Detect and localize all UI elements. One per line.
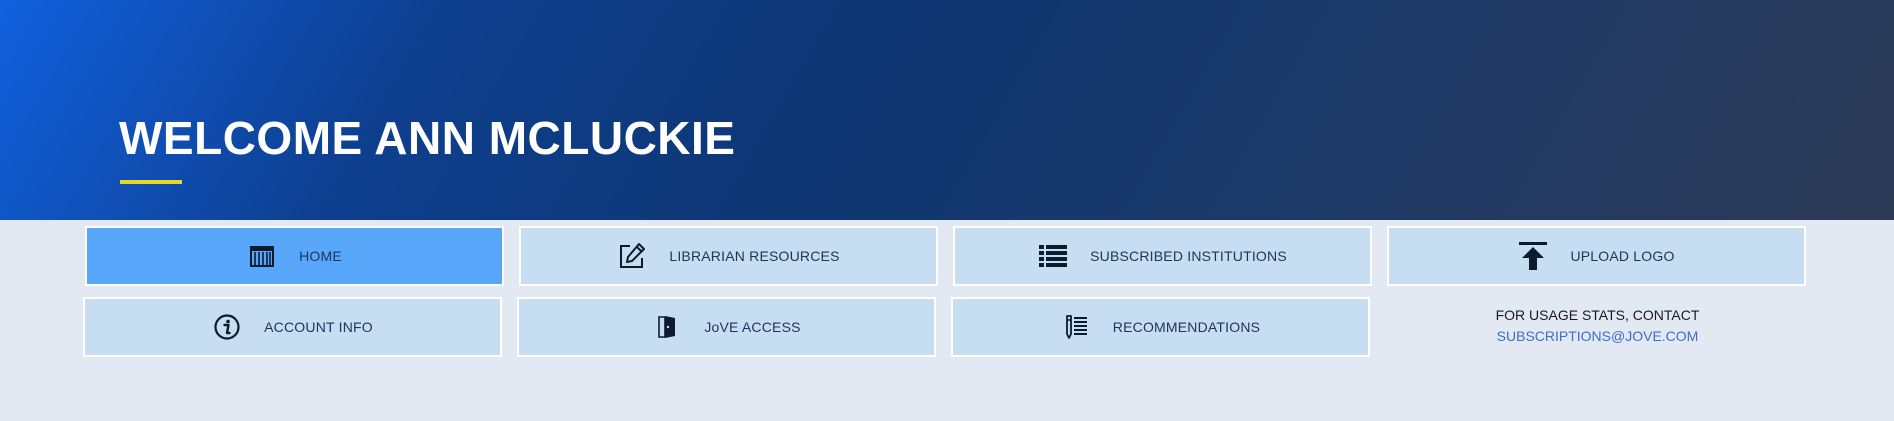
nav-button-home[interactable]: HOME (85, 226, 504, 286)
nav-button-librarian-resources[interactable]: LIBRARIAN RESOURCES (519, 226, 938, 286)
pencil-list-icon (1061, 312, 1091, 342)
nav-button-label: LIBRARIAN RESOURCES (669, 248, 840, 264)
contact-email-link[interactable]: SUBSCRIPTIONS@JOVE.COM (1385, 326, 1810, 347)
door-icon (652, 312, 682, 342)
nav-button-subscribed-institutions[interactable]: SUBSCRIBED INSTITUTIONS (953, 226, 1372, 286)
nav-button-label: SUBSCRIBED INSTITUTIONS (1090, 248, 1287, 264)
hero-banner: WELCOME ANN MCLUCKIE (0, 0, 1894, 220)
nav-button-label: UPLOAD LOGO (1570, 248, 1675, 264)
nav-button-jove-access[interactable]: JoVE ACCESS (517, 297, 936, 357)
title-underline (120, 180, 182, 184)
nav-button-account-info[interactable]: ACCOUNT INFO (83, 297, 502, 357)
usage-stats-contact: FOR USAGE STATS, CONTACT SUBSCRIPTIONS@J… (1385, 305, 1810, 347)
contact-text: FOR USAGE STATS, CONTACT (1495, 307, 1700, 323)
edit-icon (617, 241, 647, 271)
upload-icon (1518, 241, 1548, 271)
nav-button-label: ACCOUNT INFO (264, 319, 373, 335)
nav-button-label: RECOMMENDATIONS (1112, 319, 1261, 335)
nav-button-upload-logo[interactable]: UPLOAD LOGO (1387, 226, 1806, 286)
building-icon (247, 241, 277, 271)
info-icon (212, 312, 242, 342)
page-title: WELCOME ANN MCLUCKIE (119, 112, 736, 164)
nav-button-recommendations[interactable]: RECOMMENDATIONS (951, 297, 1370, 357)
list-icon (1038, 241, 1068, 271)
nav-button-label: JoVE ACCESS (704, 319, 801, 335)
nav-button-label: HOME (299, 248, 342, 264)
